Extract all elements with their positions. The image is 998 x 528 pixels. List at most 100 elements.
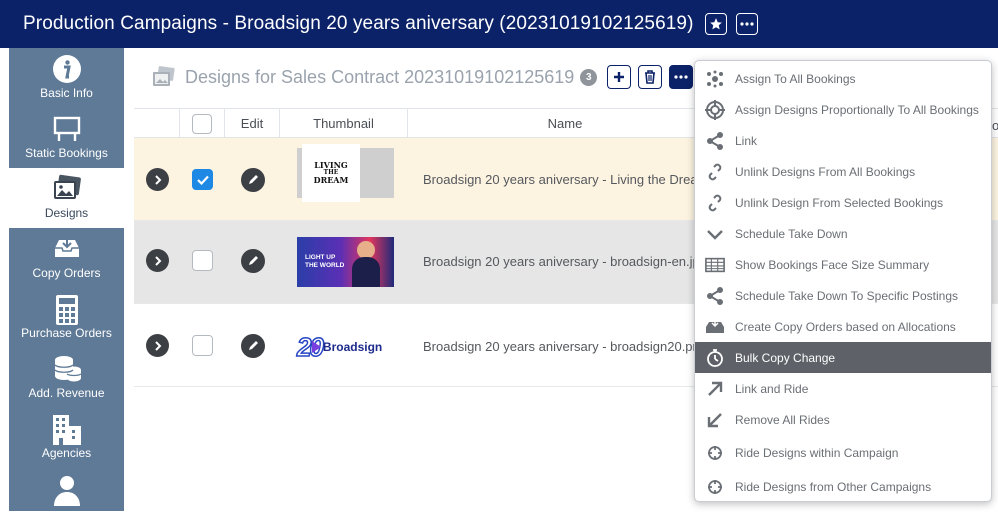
menu-item-label: Unlink Designs From All Bookings (735, 164, 916, 179)
menu-item-schedule-take-down[interactable]: Schedule Take Down (695, 218, 991, 249)
favorite-button[interactable] (704, 13, 727, 35)
top-bar: Production Campaigns - Broadsign 20 year… (0, 0, 998, 48)
designs-title: Designs for Sales Contract 2023101910212… (185, 66, 575, 87)
menu-item-assign-all[interactable]: Assign To All Bookings (695, 63, 991, 94)
design-thumbnail: 20 Broadsign (296, 322, 394, 372)
crosshair-small-icon (708, 479, 722, 494)
menu-item-label: Link and Ride (735, 381, 809, 396)
dots-cluster-icon (707, 70, 723, 87)
sidebar-item-designs[interactable]: Designs (9, 168, 124, 228)
page-title: Production Campaigns - Broadsign 20 year… (23, 13, 694, 34)
design-name: Broadsign 20 years aniversary - broadsig… (423, 339, 700, 354)
person-icon (53, 476, 80, 506)
crosshair-icon (705, 99, 725, 120)
sidebar-item-label: Basic Info (40, 86, 93, 100)
menu-item-label: Ride Designs from Other Campaigns (735, 479, 932, 494)
sidebar-item-label: Designs (44, 206, 89, 220)
arrow-down-left-icon (707, 412, 722, 427)
menu-item-assign-proportionally[interactable]: Assign Designs Proportionally To All Boo… (695, 94, 991, 125)
menu-item-take-down-specific[interactable]: Schedule Take Down To Specific Postings (695, 280, 991, 311)
building-icon (52, 415, 81, 445)
sidebar-item-copy-orders[interactable]: Copy Orders (9, 228, 124, 288)
sidebar-item-label: Copy Orders (32, 266, 101, 280)
row-checkbox[interactable] (192, 169, 213, 190)
row-checkbox[interactable] (192, 250, 213, 271)
delete-design-button[interactable] (638, 65, 663, 89)
crosshair-small-icon (708, 445, 722, 460)
table-icon (705, 257, 725, 272)
sidebar: Basic Info Static Bookings Designs Copy … (9, 48, 124, 511)
sidebar-item-add-revenue[interactable]: Add. Revenue (9, 348, 124, 408)
chevron-right-icon (154, 255, 161, 266)
col-thumbnail: Thumbnail (279, 109, 407, 138)
menu-item-create-copy-orders[interactable]: Create Copy Orders based on Allocations (695, 311, 991, 342)
share-icon (707, 131, 723, 150)
edit-row-button[interactable] (241, 168, 265, 192)
expand-row-button[interactable] (146, 168, 169, 191)
billboard-icon (53, 116, 80, 141)
edit-row-button[interactable] (241, 334, 265, 358)
menu-item-unlink-all[interactable]: Unlink Designs From All Bookings (695, 156, 991, 187)
chevron-right-icon (154, 174, 161, 185)
edit-row-button[interactable] (241, 249, 265, 273)
menu-item-label: Bulk Copy Change (735, 350, 836, 365)
menu-item-label: Schedule Take Down (735, 226, 848, 241)
add-design-button[interactable] (607, 65, 632, 89)
inbox-download-icon (706, 318, 724, 333)
ellipsis-icon (739, 22, 754, 26)
menu-item-bulk-copy-change[interactable]: Bulk Copy Change (695, 342, 991, 373)
header-more-button[interactable] (735, 13, 758, 35)
thumb-text: DREAM (313, 175, 349, 186)
pencil-icon (249, 341, 258, 350)
sidebar-item-label: Add. Revenue (28, 386, 105, 400)
menu-item-face-size-summary[interactable]: Show Bookings Face Size Summary (695, 249, 991, 280)
share-icon (707, 286, 723, 305)
menu-item-label: Unlink Design From Selected Bookings (735, 195, 944, 210)
sidebar-item-basic-info[interactable]: Basic Info (9, 48, 124, 108)
sidebar-item-static-bookings[interactable]: Static Bookings (9, 108, 124, 168)
menu-item-ride-within-campaign[interactable]: Ride Designs within Campaign (695, 437, 991, 468)
info-icon (52, 55, 81, 83)
calculator-icon (55, 295, 78, 325)
chevron-down-icon (707, 229, 723, 240)
thumb-text: LIGHT UP (305, 254, 336, 261)
menu-item-label: Show Bookings Face Size Summary (735, 257, 930, 272)
stopwatch-icon (707, 348, 723, 367)
trash-icon (645, 70, 656, 84)
sidebar-item-label: Static Bookings (25, 146, 108, 160)
expand-row-button[interactable] (146, 334, 169, 357)
design-thumbnail: LIGHT UP THE WORLD (297, 237, 394, 287)
sidebar-item-agencies[interactable]: Agencies (9, 408, 124, 468)
designs-count-badge: 3 (580, 68, 598, 86)
menu-item-label: Assign Designs Proportionally To All Boo… (735, 102, 979, 117)
images-icon (153, 66, 175, 86)
thumb-text: THE WORLD (305, 261, 345, 269)
sidebar-item-person[interactable] (9, 468, 124, 528)
menu-item-label: Ride Designs within Campaign (735, 445, 899, 460)
select-all-checkbox[interactable] (192, 113, 212, 134)
sidebar-item-label: Purchase Orders (21, 326, 112, 340)
ellipsis-icon (674, 75, 688, 79)
coins-icon (54, 356, 81, 382)
unlink-icon (708, 163, 722, 180)
menu-item-ride-other-campaigns[interactable]: Ride Designs from Other Campaigns (695, 471, 991, 502)
sidebar-item-purchase-orders[interactable]: Purchase Orders (9, 288, 124, 348)
pencil-icon (249, 175, 258, 184)
design-thumbnail: LIVING THE DREAM (297, 144, 394, 202)
expand-row-button[interactable] (146, 249, 169, 272)
column-header-fragment: o (992, 118, 998, 133)
pencil-icon (249, 256, 258, 265)
menu-item-link-and-ride[interactable]: Link and Ride (695, 373, 991, 404)
row-checkbox[interactable] (192, 335, 213, 356)
design-name: Broadsign 20 years aniversary - Living t… (423, 172, 702, 187)
menu-item-unlink-selected[interactable]: Unlink Design From Selected Bookings (695, 187, 991, 218)
inbox-download-icon (54, 238, 79, 257)
designs-more-button[interactable] (669, 65, 694, 89)
menu-item-remove-all-rides[interactable]: Remove All Rides (695, 404, 991, 435)
menu-item-label: Link (735, 133, 758, 148)
menu-item-link[interactable]: Link (695, 125, 991, 156)
designs-actions-menu: Assign To All Bookings Assign Designs Pr… (694, 60, 992, 502)
menu-item-label: Assign To All Bookings (735, 71, 856, 86)
plus-icon (614, 72, 625, 82)
col-name[interactable]: Name (407, 109, 722, 138)
